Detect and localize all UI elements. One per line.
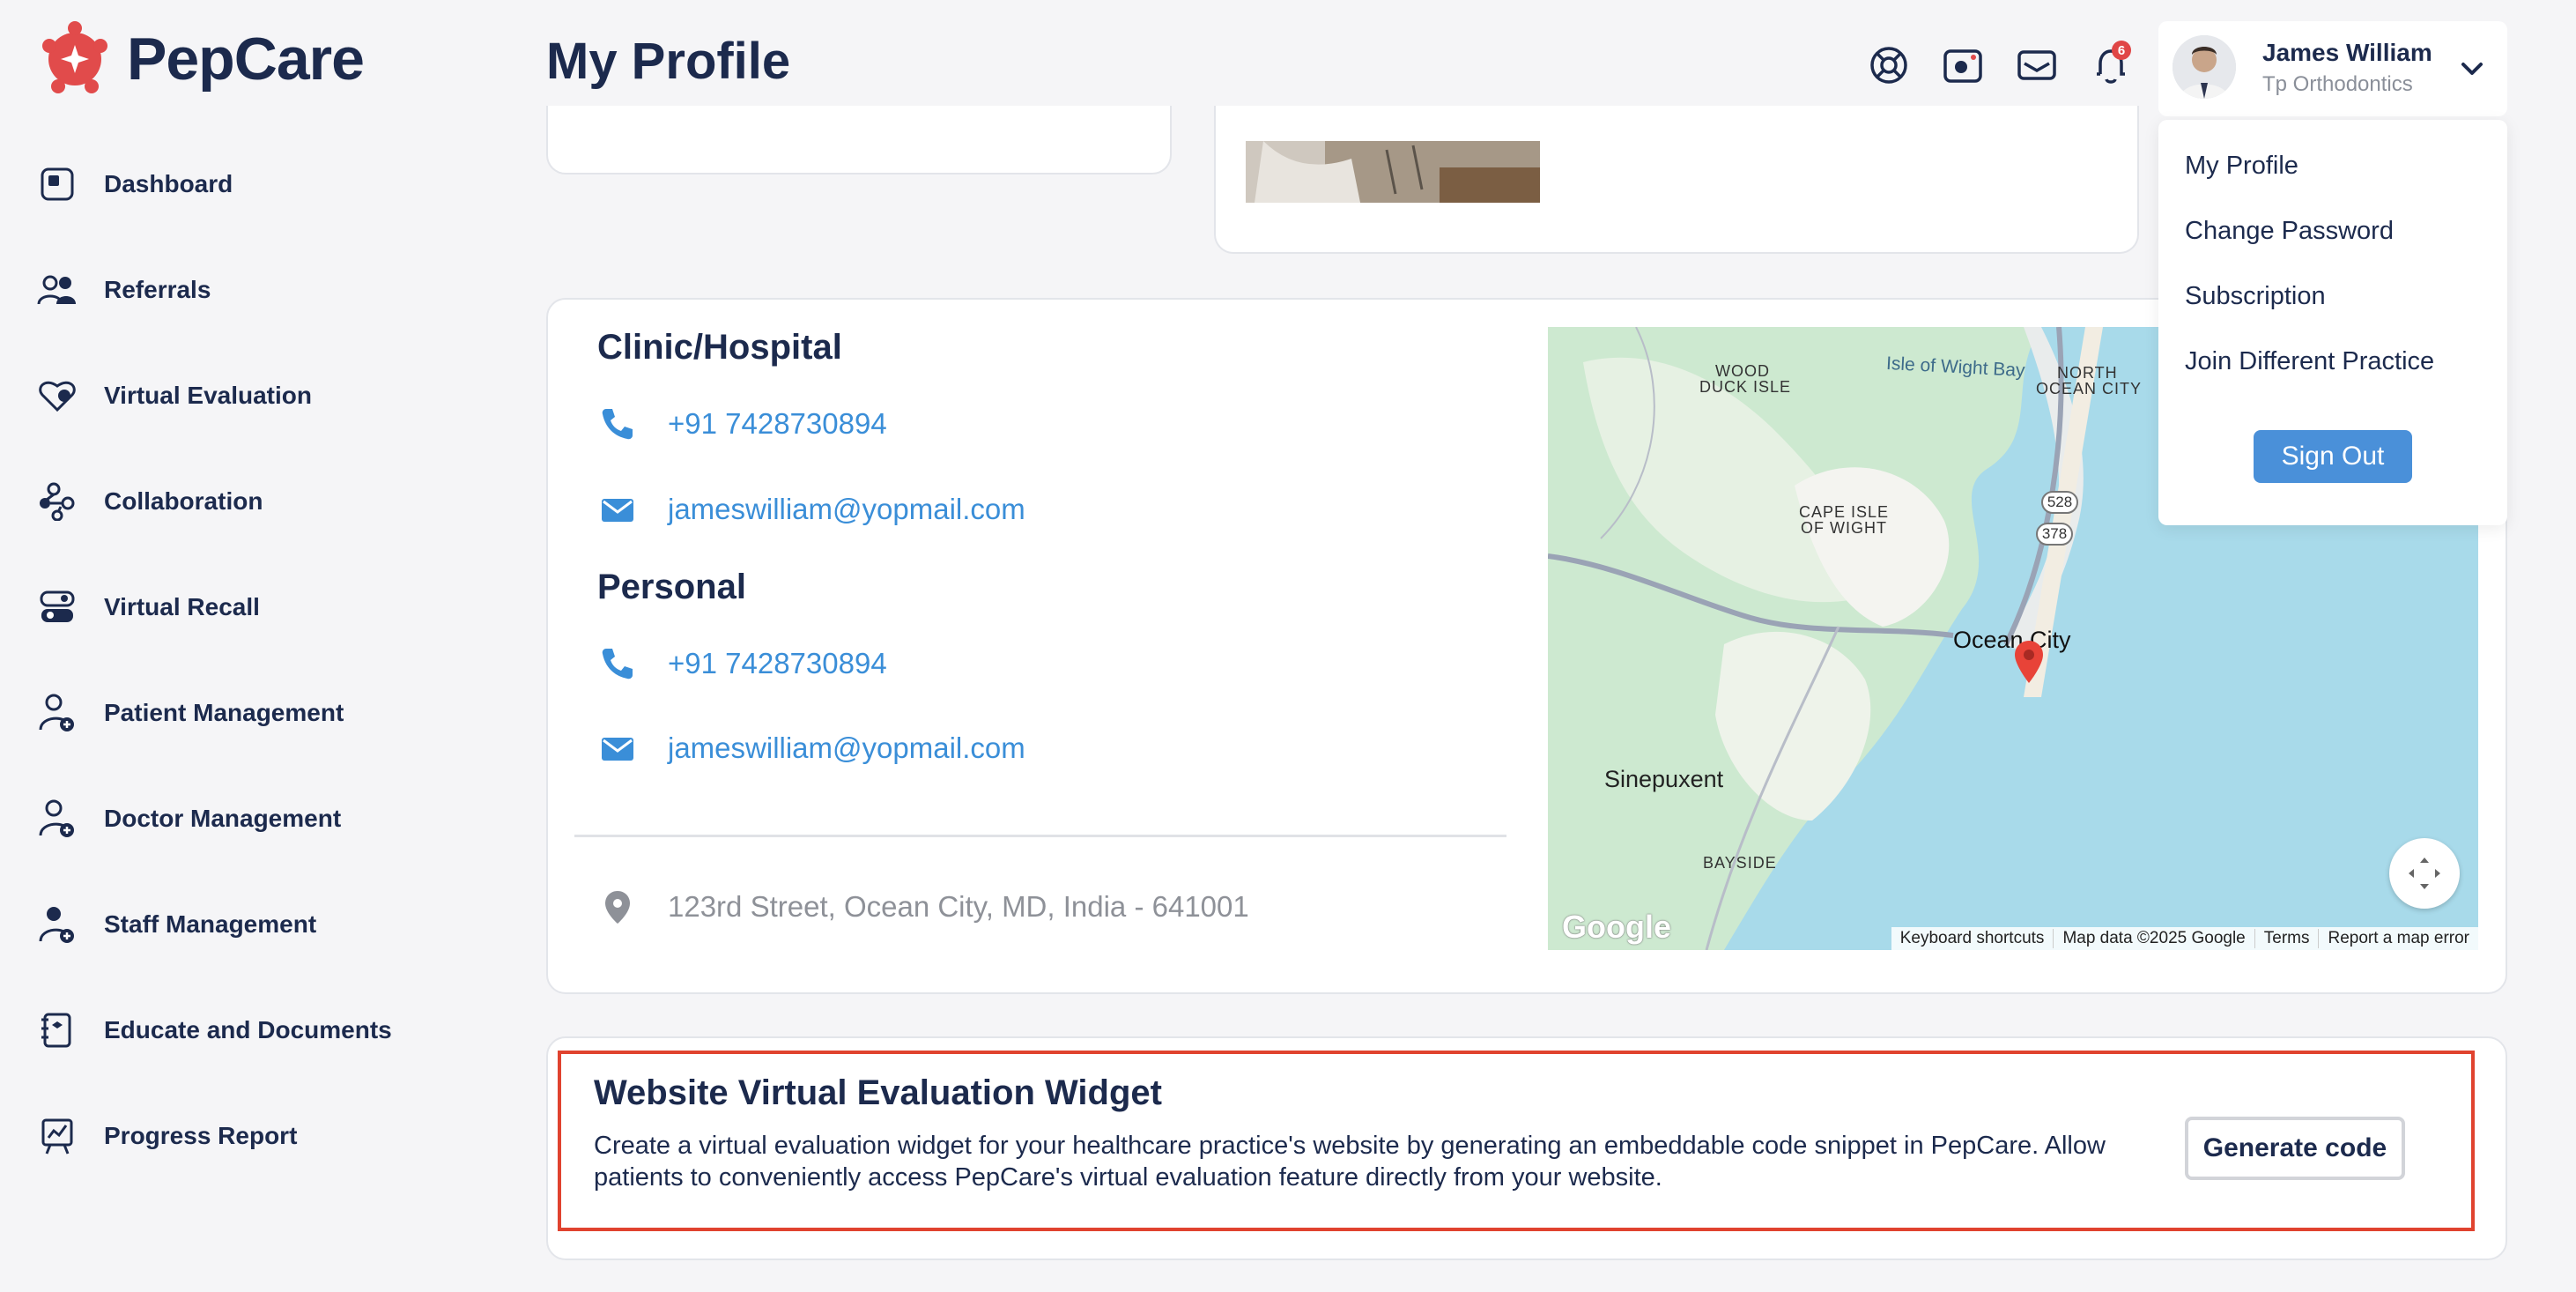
google-logo: Google — [1562, 909, 1671, 945]
sidebar-item-dashboard[interactable]: Dashboard — [37, 164, 233, 204]
brand-logo[interactable]: PepCare — [35, 19, 365, 99]
address-text: 123rd Street, Ocean City, MD, India - 64… — [668, 890, 1249, 923]
clinic-photo — [1246, 141, 1540, 203]
divider — [574, 835, 1506, 837]
widget-title: Website Virtual Evaluation Widget — [594, 1073, 1162, 1112]
sidebar-item-virtual-evaluation[interactable]: Virtual Evaluation — [37, 375, 312, 416]
sidebar-item-label: Virtual Recall — [104, 593, 260, 620]
map-label-ocean-city-caps: OCEAN CITY — [2036, 380, 2143, 397]
fullscreen-button[interactable] — [2389, 838, 2460, 909]
sidebar-item-collaboration[interactable]: Collaboration — [37, 481, 263, 522]
user-plus-icon — [37, 693, 78, 733]
user-dropdown-menu: My Profile Change Password Subscription … — [2158, 120, 2507, 525]
personal-email-row: jameswilliam@yopmail.com — [599, 730, 1025, 767]
menu-item-join-practice[interactable]: Join Different Practice — [2185, 347, 2434, 376]
sidebar-item-doctor-management[interactable]: Doctor Management — [37, 798, 341, 839]
personal-phone-link[interactable]: +91 7428730894 — [668, 647, 887, 680]
map-label-ocean-city: Ocean City — [1953, 627, 2071, 653]
clinic-phone-row: +91 7428730894 — [599, 405, 887, 442]
sidebar-item-label: Staff Management — [104, 910, 317, 938]
user-plus-icon — [37, 798, 78, 839]
sidebar-item-label: Patient Management — [104, 699, 344, 726]
map-route-shield: 528 — [2041, 491, 2078, 514]
map-label-sinepuxent: Sinepuxent — [1604, 766, 1724, 792]
sidebar-item-educate-documents[interactable]: Educate and Documents — [37, 1010, 392, 1051]
users-icon — [37, 270, 78, 310]
camera-icon[interactable] — [1942, 44, 1984, 86]
menu-item-my-profile[interactable]: My Profile — [2185, 152, 2298, 181]
dashboard-icon — [37, 164, 78, 204]
clinic-email-row: jameswilliam@yopmail.com — [599, 491, 1025, 528]
personal-email-link[interactable]: jameswilliam@yopmail.com — [668, 731, 1025, 765]
sign-out-button[interactable]: Sign Out — [2254, 430, 2412, 483]
menu-item-change-password[interactable]: Change Password — [2185, 217, 2394, 246]
map-label-bayside: BAYSIDE — [1703, 854, 1777, 872]
chevron-down-icon — [2461, 63, 2483, 75]
personal-section-title: Personal — [597, 568, 746, 606]
phone-icon — [602, 649, 633, 679]
clinic-email-link[interactable]: jameswilliam@yopmail.com — [668, 493, 1025, 526]
map-attribution: Keyboard shortcuts Map data ©2025 Google… — [1891, 927, 2478, 950]
user-name: James William — [2262, 39, 2432, 66]
keyboard-shortcuts-link[interactable]: Keyboard shortcuts — [1891, 929, 2054, 948]
sidebar-item-label: Virtual Evaluation — [104, 382, 312, 409]
generate-code-button[interactable]: Generate code — [2185, 1117, 2405, 1180]
sidebar-item-label: Collaboration — [104, 487, 263, 515]
profile-card-top — [546, 106, 1172, 174]
menu-item-subscription[interactable]: Subscription — [2185, 282, 2326, 311]
email-icon — [602, 738, 633, 761]
location-pin-icon — [605, 891, 630, 924]
toggle-icon — [37, 587, 78, 627]
move-arrows-icon — [2409, 858, 2440, 889]
phone-icon — [602, 409, 633, 440]
email-icon — [602, 499, 633, 522]
terms-link[interactable]: Terms — [2254, 929, 2319, 948]
sidebar-item-virtual-recall[interactable]: Virtual Recall — [37, 587, 260, 627]
avatar — [2173, 35, 2236, 99]
notification-badge: 6 — [2112, 41, 2131, 60]
sidebar-item-label: Referrals — [104, 276, 211, 303]
map-marker-icon[interactable] — [2013, 639, 2045, 685]
heart-search-icon — [37, 375, 78, 416]
share-nodes-icon — [37, 481, 78, 522]
sidebar-item-label: Educate and Documents — [104, 1016, 392, 1043]
sidebar-item-patient-management[interactable]: Patient Management — [37, 693, 344, 733]
chart-board-icon — [37, 1116, 78, 1156]
sidebar-item-staff-management[interactable]: Staff Management — [37, 904, 316, 945]
widget-description: Create a virtual evaluation widget for y… — [594, 1132, 2106, 1192]
sidebar: PepCare Dashboard Referrals Virtual Eval… — [0, 0, 520, 1292]
personal-phone-row: +91 7428730894 — [599, 645, 887, 682]
pepcare-logo-icon — [42, 21, 107, 93]
report-error-link[interactable]: Report a map error — [2318, 929, 2478, 948]
sidebar-item-label: Doctor Management — [104, 805, 342, 832]
sidebar-item-referrals[interactable]: Referrals — [37, 270, 211, 310]
support-icon[interactable] — [1868, 44, 1910, 86]
map-label-duck-isle: DUCK ISLE — [1699, 378, 1792, 396]
sidebar-item-label: Progress Report — [104, 1122, 298, 1149]
sidebar-item-progress-report[interactable]: Progress Report — [37, 1116, 297, 1156]
sidebar-item-label: Dashboard — [104, 170, 233, 197]
user-menu-toggle[interactable]: James William Tp Orthodontics — [2158, 21, 2507, 116]
user-organization: Tp Orthodontics — [2262, 72, 2413, 96]
address-row: 123rd Street, Ocean City, MD, India - 64… — [599, 888, 1249, 925]
map-label-of-wight: OF WIGHT — [1801, 519, 1887, 537]
page-title: My Profile — [546, 33, 791, 90]
mail-icon[interactable] — [2016, 44, 2058, 86]
map-route-shield: 378 — [2036, 523, 2073, 546]
user-plus-icon — [37, 904, 78, 945]
map-data-text: Map data ©2025 Google — [2053, 929, 2254, 948]
clinic-phone-link[interactable]: +91 7428730894 — [668, 407, 887, 441]
brand-name: PepCare — [127, 26, 365, 93]
clinic-section-title: Clinic/Hospital — [597, 328, 842, 367]
document-icon — [37, 1010, 78, 1051]
